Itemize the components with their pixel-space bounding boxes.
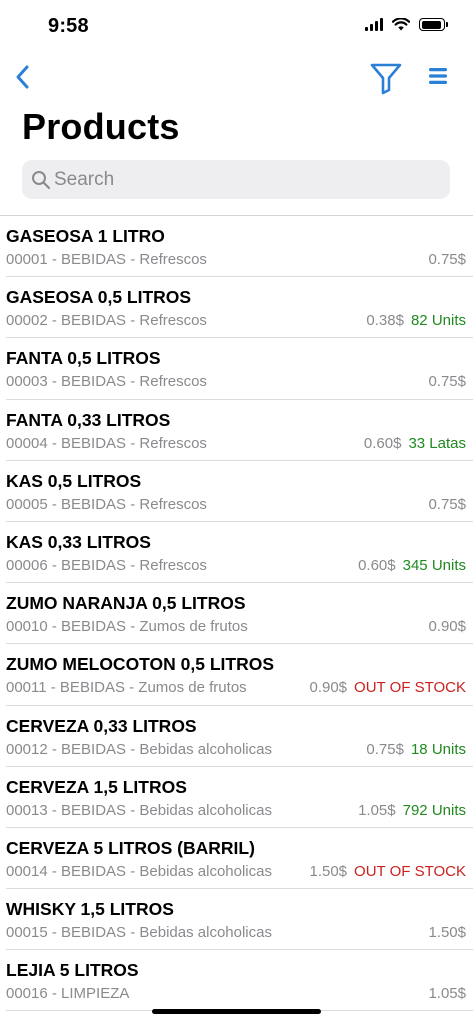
product-price-stock: 1.05$ xyxy=(428,985,466,1002)
product-price: 1.05$ xyxy=(358,801,396,819)
product-row[interactable]: CERVEZA 1,5 LITROS 00013 - BEBIDAS - Bebi… xyxy=(0,767,473,828)
product-price: 0.60$ xyxy=(363,434,402,452)
product-price-stock: 1.50$ OUT OF STOCK xyxy=(309,863,466,880)
stock-count: 82 Units xyxy=(410,312,466,330)
product-row[interactable]: WHISKY 1,5 LITROS 00015 - BEBIDAS - Bebid… xyxy=(0,889,473,951)
product-price: 1.05$ xyxy=(428,985,466,1003)
product-price: 0.75$ xyxy=(366,740,404,758)
stock-count: 345 Units xyxy=(402,556,466,574)
product-name: KAS 0,5 LITROS xyxy=(6,470,142,491)
product-name: FANTA 0,33 LITROS xyxy=(6,409,171,430)
wifi-icon xyxy=(392,18,410,31)
product-row[interactable]: LEJIA 5 LITROS 00016 - LIMPIEZA 1.05$ xyxy=(0,950,473,1012)
product-row[interactable]: CERVEZA 0,33 LITROS 00012 - BEBIDAS - Beb… xyxy=(0,706,473,767)
page-title: Products xyxy=(22,106,180,147)
stock-count: 18 Units xyxy=(410,740,466,758)
product-list: GASEOSA 1 LITRO 00001 - BEBIDAS - Refresc… xyxy=(0,216,473,1012)
product-price: 0.38$ xyxy=(366,312,404,330)
out-of-stock-badge: OUT OF STOCK xyxy=(354,862,466,880)
product-price-stock: 0.75$ 18 Units xyxy=(366,741,466,758)
product-meta: 00016 - LIMPIEZA xyxy=(6,985,130,1003)
search-icon xyxy=(32,171,51,190)
product-row[interactable]: FANTA 0,33 LITROS 00004 - BEBIDAS - Refre… xyxy=(0,400,473,461)
product-price-stock: 1.50$ xyxy=(428,924,466,941)
status-bar: 9:58 xyxy=(0,0,473,52)
product-name: WHISKY 1,5 LITROS xyxy=(6,899,174,920)
product-meta: 00006 - BEBIDAS - Refrescos xyxy=(6,556,207,574)
product-meta: 00004 - BEBIDAS - Refrescos xyxy=(6,434,207,452)
menu-button[interactable] xyxy=(427,66,449,86)
product-row[interactable]: GASEOSA 1 LITRO 00001 - BEBIDAS - Refresc… xyxy=(0,216,473,278)
product-price: 1.50$ xyxy=(428,924,466,942)
navigation-bar xyxy=(0,56,473,100)
product-name: FANTA 0,5 LITROS xyxy=(6,348,161,369)
product-meta: 00015 - BEBIDAS - Bebidas alcoholicas xyxy=(6,924,272,942)
filter-icon xyxy=(370,63,402,95)
product-row[interactable]: GASEOSA 0,5 LITROS 00002 - BEBIDAS - Refr… xyxy=(0,277,473,339)
product-name: CERVEZA 0,33 LITROS xyxy=(6,715,197,736)
product-price: 0.90$ xyxy=(428,618,466,636)
product-name: GASEOSA 1 LITRO xyxy=(6,226,165,246)
battery-icon xyxy=(419,18,448,31)
product-name: LEJIA 5 LITROS xyxy=(6,960,139,981)
product-price-stock: 0.60$ 345 Units xyxy=(358,557,466,574)
search-input[interactable] xyxy=(54,160,434,199)
product-price: 0.75$ xyxy=(428,251,466,268)
product-row[interactable]: CERVEZA 5 LITROS (BARRIL) 00014 - BEBIDAS… xyxy=(0,828,473,890)
product-row[interactable]: KAS 0,33 LITROS 00006 - BEBIDAS - Refresc… xyxy=(0,522,473,584)
product-price-stock: 0.60$ 33 Latas xyxy=(364,435,466,452)
product-name: CERVEZA 5 LITROS (BARRIL) xyxy=(6,837,255,858)
product-meta: 00001 - BEBIDAS - Refrescos xyxy=(6,251,207,268)
product-price: 1.50$ xyxy=(309,862,348,880)
product-meta: 00003 - BEBIDAS - Refrescos xyxy=(6,373,207,391)
product-price-stock: 1.05$ 792 Units xyxy=(358,802,466,819)
product-price: 0.90$ xyxy=(309,679,348,697)
home-indicator xyxy=(152,1009,321,1014)
search-bar[interactable] xyxy=(22,160,450,199)
product-row[interactable]: ZUMO MELOCOTON 0,5 LITROS 00011 - BEBIDAS… xyxy=(0,644,473,706)
cellular-signal-icon xyxy=(365,18,383,31)
product-meta: 00014 - BEBIDAS - Bebidas alcoholicas xyxy=(6,862,272,880)
product-name: KAS 0,33 LITROS xyxy=(6,531,151,552)
product-row[interactable]: FANTA 0,5 LITROS 00003 - BEBIDAS - Refres… xyxy=(0,338,473,400)
product-name: CERVEZA 1,5 LITROS xyxy=(6,776,187,797)
product-row[interactable]: ZUMO NARANJA 0,5 LITROS 00010 - BEBIDAS -… xyxy=(0,583,473,645)
product-meta: 00010 - BEBIDAS - Zumos de frutos xyxy=(6,618,248,636)
product-name: ZUMO NARANJA 0,5 LITROS xyxy=(6,593,246,614)
status-icons xyxy=(365,18,448,31)
stock-count: 33 Latas xyxy=(408,434,466,452)
product-meta: 00011 - BEBIDAS - Zumos de frutos xyxy=(6,679,247,697)
product-price-stock: 0.90$ OUT OF STOCK xyxy=(309,679,466,696)
filter-button[interactable] xyxy=(369,60,403,96)
product-meta: 00002 - BEBIDAS - Refrescos xyxy=(6,312,207,330)
product-meta: 00013 - BEBIDAS - Bebidas alcoholicas xyxy=(6,801,272,819)
list-menu-icon xyxy=(429,68,447,84)
product-meta: 00005 - BEBIDAS - Refrescos xyxy=(6,495,207,513)
product-price-stock: 0.90$ xyxy=(428,618,466,635)
product-price-stock: 0.75$ xyxy=(428,496,466,513)
chevron-left-icon xyxy=(16,65,29,89)
product-name: GASEOSA 0,5 LITROS xyxy=(6,287,192,308)
product-price-stock: 0.38$ 82 Units xyxy=(366,312,466,329)
stock-count: 792 Units xyxy=(402,801,466,819)
product-price: 0.75$ xyxy=(428,373,466,391)
product-meta: 00012 - BEBIDAS - Bebidas alcoholicas xyxy=(6,740,272,758)
product-price-stock: 0.75$ xyxy=(428,373,466,390)
product-price-stock: 0.75$ xyxy=(428,251,466,268)
product-price: 0.75$ xyxy=(428,495,466,513)
back-button[interactable] xyxy=(12,62,36,92)
product-row[interactable]: KAS 0,5 LITROS 00005 - BEBIDAS - Refresco… xyxy=(0,461,473,522)
status-time: 9:58 xyxy=(48,15,89,37)
product-price: 0.60$ xyxy=(358,556,396,574)
product-name: ZUMO MELOCOTON 0,5 LITROS xyxy=(6,654,275,675)
out-of-stock-badge: OUT OF STOCK xyxy=(354,679,466,697)
